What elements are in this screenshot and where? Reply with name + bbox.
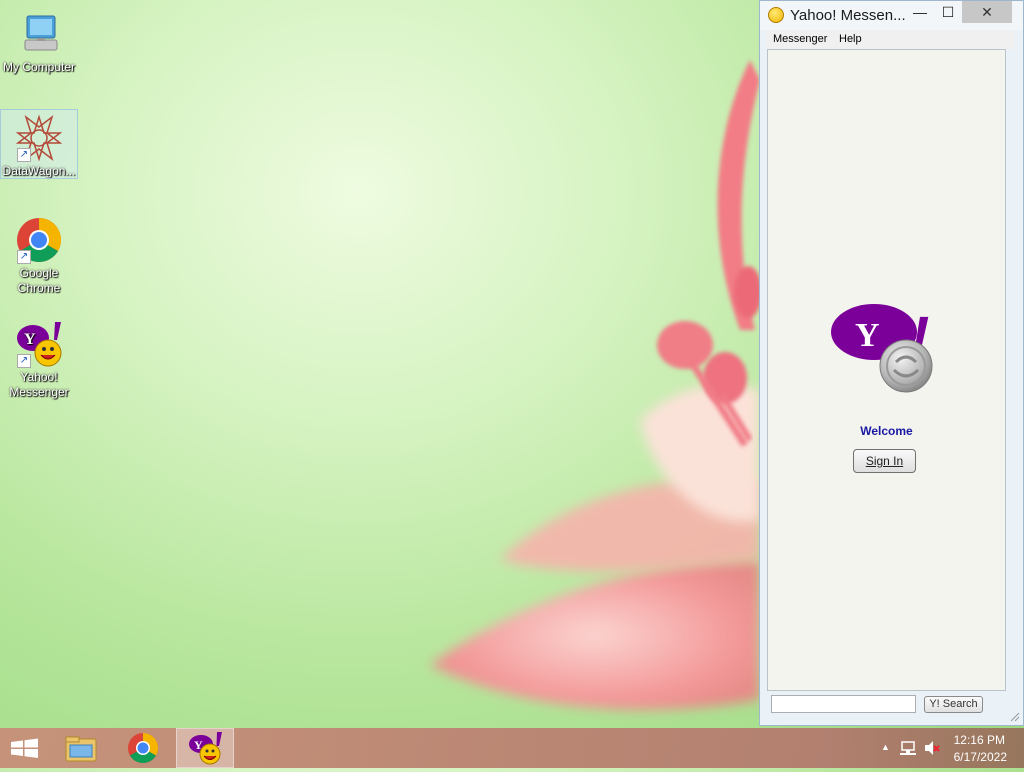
show-hidden-icons-button[interactable]: ▲ [881, 742, 890, 752]
start-button[interactable] [0, 729, 56, 767]
network-icon[interactable] [899, 740, 917, 756]
search-bar: Y! Search [767, 693, 1017, 717]
welcome-text: Welcome [860, 424, 913, 438]
taskbar: Y ▲ 12:16 PM 6/17/2022 [0, 728, 1024, 768]
desktop-icon-google-chrome[interactable]: ↗ Google Chrome [1, 212, 77, 296]
yahoo-messenger-icon: Y [189, 732, 222, 765]
taskbar-yahoo-messenger[interactable]: Y [176, 728, 234, 768]
maximize-button[interactable]: ☐ [934, 1, 962, 23]
shortcut-arrow-icon: ↗ [17, 354, 31, 368]
minimize-button[interactable]: — [906, 1, 934, 23]
desktop-icon-yahoo-messenger[interactable]: Y ↗ Yahoo! Messenger [1, 316, 77, 400]
yahoo-messenger-icon: Y ↗ [15, 320, 63, 368]
yahoo-messenger-logo: Y ! [831, 304, 933, 393]
menu-messenger[interactable]: Messenger [773, 33, 827, 45]
windows-logo-icon [11, 738, 38, 758]
window-title: Yahoo! Messen... [790, 7, 906, 24]
chrome-icon: ↗ [15, 216, 63, 264]
shortcut-arrow-icon: ↗ [17, 250, 31, 264]
desktop-icon-label: Yahoo! Messenger [9, 370, 69, 399]
volume-muted-icon[interactable] [923, 740, 941, 756]
clock-date[interactable]: 6/17/2022 [954, 750, 1007, 764]
search-input[interactable] [771, 695, 916, 713]
yahoo-search-button[interactable]: Y! Search [924, 696, 983, 713]
datawagon-star-icon: ↗ [15, 114, 63, 162]
window-titlebar[interactable]: Yahoo! Messen... — ☐ ✕ [760, 1, 1023, 30]
resize-grip-icon[interactable] [1010, 712, 1020, 722]
desktop-icon-my-computer[interactable]: My Computer [1, 6, 77, 75]
svg-text:Y: Y [855, 317, 880, 354]
desktop-icon-label: My Computer [2, 60, 76, 74]
messenger-smiley-icon [768, 7, 784, 23]
svg-text:Y: Y [24, 331, 36, 348]
taskbar-google-chrome[interactable] [115, 729, 171, 767]
desktop-icon-label: Google Chrome [17, 266, 61, 295]
taskbar-file-explorer[interactable] [54, 729, 110, 767]
messenger-content-panel: Y ! Welcome Sign In [767, 49, 1006, 691]
chrome-icon [128, 733, 159, 764]
shortcut-arrow-icon: ↗ [17, 148, 31, 162]
sign-in-button[interactable]: Sign In [853, 449, 916, 473]
computer-icon [15, 10, 63, 58]
close-button[interactable]: ✕ [962, 1, 1012, 23]
desktop-icon-label: DataWagon... [2, 164, 76, 178]
menu-help[interactable]: Help [839, 33, 862, 45]
menu-bar: Messenger Help [766, 30, 1014, 49]
desktop-icon-datawagon[interactable]: ↗ DataWagon... [0, 109, 78, 179]
yahoo-messenger-window: Yahoo! Messen... — ☐ ✕ Messenger Help Y … [759, 0, 1024, 726]
system-tray: ▲ 12:16 PM 6/17/2022 [864, 728, 1024, 768]
clock-time[interactable]: 12:16 PM [954, 733, 1005, 747]
folder-icon [65, 736, 97, 762]
